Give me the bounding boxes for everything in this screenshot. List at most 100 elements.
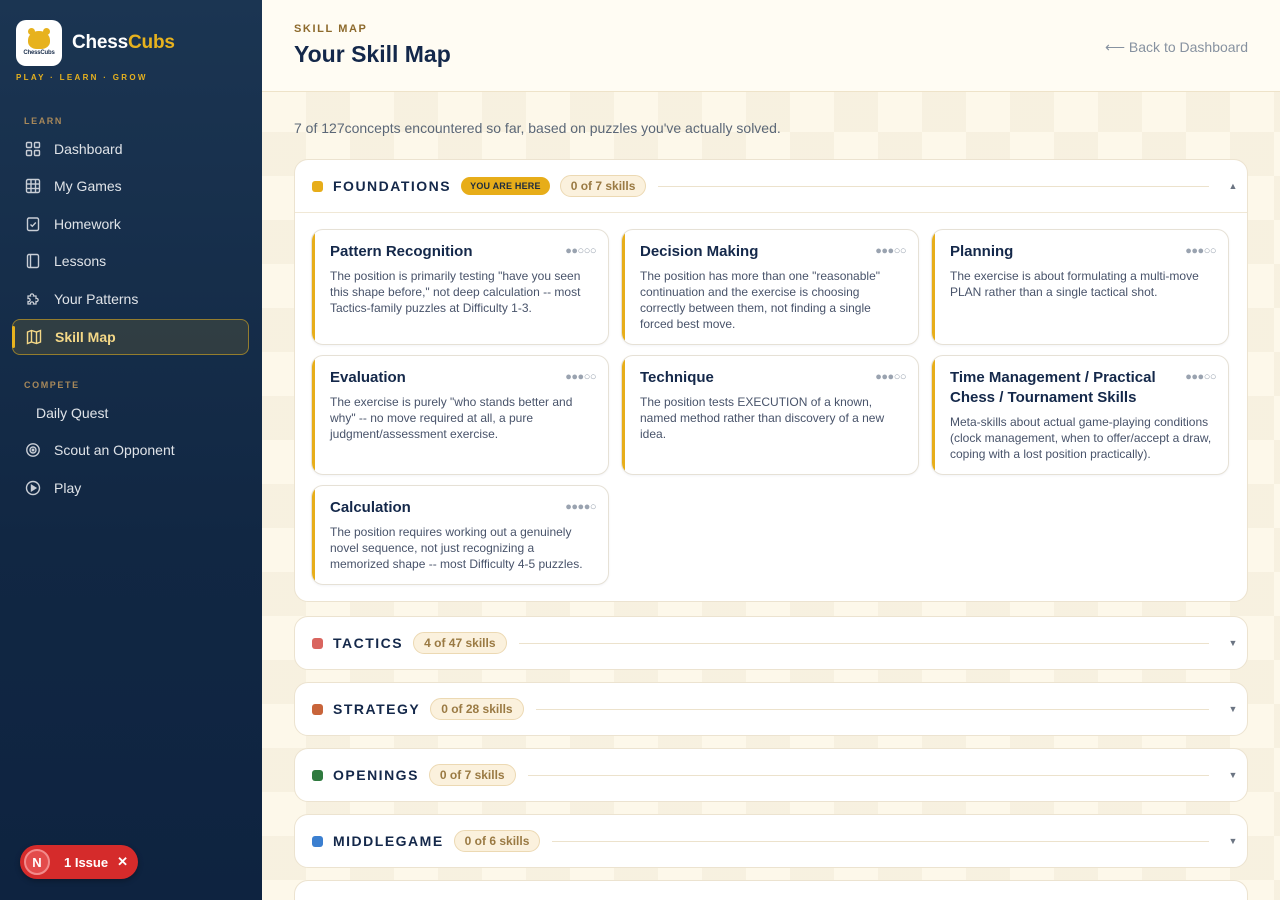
category-color-dot [312,637,323,649]
sidebar-item-dashboard[interactable]: Dashboard [12,131,249,167]
skill-title: Time Management / Practical Chess / Tour… [950,369,1156,406]
skill-count-pill: 0 of 7 skills [559,175,647,197]
skill-card[interactable]: Decision Making ●●●○○ The position has m… [621,229,919,345]
skill-count-pill: 0 of 7 skills [428,764,516,786]
sidebar-item-daily-quest[interactable]: Daily Quest [12,395,249,431]
target-icon [24,441,42,459]
you-are-here-badge: YOU ARE HERE [461,177,550,195]
skill-count-pill: 0 of 6 skills [453,830,541,852]
chevron-down-icon[interactable]: ▼ [1219,836,1247,846]
skill-card[interactable]: Pattern Recognition ●●○○○ The position i… [311,229,609,345]
brand-name-part-b: Cubs [128,32,175,53]
sidebar-item-label: Scout an Opponent [54,442,175,458]
skill-card[interactable]: Evaluation ●●●○○ The exercise is purely … [311,355,609,475]
brand-name: ChessCubs [72,32,175,54]
difficulty-pips: ●●●○○ [1185,371,1216,383]
skill-card[interactable]: Time Management / Practical Chess / Tour… [931,355,1229,475]
skill-title: Evaluation [330,369,406,386]
divider [535,708,1209,710]
sidebar-item-scout-an-opponent[interactable]: Scout an Opponent [12,432,249,468]
play-icon [24,479,42,497]
skill-description: The position has more than one "reasonab… [640,269,881,331]
difficulty-pips: ●●●●○ [565,501,596,513]
category-header[interactable]: FOUNDATIONS YOU ARE HERE 0 of 7 skills ▲ [295,160,1247,212]
skill-title: Pattern Recognition [330,243,473,260]
main-content: SKILL MAP Your Skill Map ⟵ Back to Dashb… [262,0,1280,900]
skill-title: Calculation [330,499,411,516]
skill-grid: Pattern Recognition ●●○○○ The position i… [295,213,1247,601]
skill-card[interactable]: Planning ●●●○○ The exercise is about for… [931,229,1229,345]
sidebar-item-my-games[interactable]: My Games [12,168,249,204]
skill-title: Planning [950,243,1014,260]
skill-title: Decision Making [640,243,759,260]
category-header[interactable]: OPENINGS 0 of 7 skills ▼ [295,749,1247,801]
divider [518,642,1209,644]
sidebar-item-label: Dashboard [54,141,123,157]
sidebar-item-skill-map[interactable]: Skill Map [12,319,249,355]
category-header[interactable]: TACTICS 4 of 47 skills ▼ [295,617,1247,669]
skill-card[interactable]: Calculation ●●●●○ The position requires … [311,485,609,585]
sidebar-item-label: Lessons [54,253,107,269]
sidebar: ChessCubs ChessCubs PLAY · LEARN · GROW … [0,0,262,900]
brand[interactable]: ChessCubs ChessCubs [16,20,175,66]
chevron-down-icon[interactable]: ▼ [1219,704,1247,714]
tagline: PLAY · LEARN · GROW [16,73,148,82]
skill-description: The position requires working out a genu… [330,525,583,571]
chevron-down-icon[interactable]: ▼ [1219,770,1247,780]
skill-count-pill: 4 of 47 skills [413,632,507,654]
category-header[interactable]: STRATEGY 0 of 28 skills ▼ [295,683,1247,735]
progress-summary: 7 of 127concepts encountered so far, bas… [294,120,781,136]
sidebar-item-lessons[interactable]: Lessons [12,243,249,279]
section-label-compete: COMPETE [24,380,80,390]
sidebar-item-label: Your Patterns [54,291,139,307]
section-label-learn: LEARN [24,116,63,126]
grid-icon [24,177,42,195]
category-panel-middlegame: MIDDLEGAME 0 of 6 skills ▼ [294,814,1248,868]
issue-badge[interactable]: N 1 Issue ✕ [20,845,138,879]
category-panel-strategy: STRATEGY 0 of 28 skills ▼ [294,682,1248,736]
map-icon [25,328,43,346]
category-panel-tactics: TACTICS 4 of 47 skills ▼ [294,616,1248,670]
skill-description: The exercise is about formulating a mult… [950,269,1199,299]
category-panel-foundations: FOUNDATIONS YOU ARE HERE 0 of 7 skills ▲… [294,159,1248,602]
skill-description: The exercise is purely "who stands bette… [330,395,573,441]
back-to-dashboard-link[interactable]: ⟵ Back to Dashboard [1105,39,1248,56]
dashboard-icon [24,140,42,158]
chevron-down-icon[interactable]: ▼ [1219,638,1247,648]
sidebar-item-your-patterns[interactable]: Your Patterns [12,281,249,317]
logo: ChessCubs [16,20,62,66]
sidebar-item-label: Daily Quest [36,405,109,421]
sidebar-item-label: My Games [54,178,122,194]
difficulty-pips: ●●●○○ [565,371,596,383]
brand-name-part-a: Chess [72,32,129,53]
category-color-dot [312,180,323,192]
skill-description: The position tests EXECUTION of a known,… [640,395,885,441]
divider [658,185,1209,187]
sidebar-item-homework[interactable]: Homework [12,206,249,242]
category-color-dot [312,835,323,847]
category-header[interactable]: MIDDLEGAME 0 of 6 skills ▼ [295,815,1247,867]
difficulty-pips: ●●●○○ [875,245,906,257]
sidebar-item-label: Homework [54,216,121,232]
difficulty-pips: ●●●○○ [875,371,906,383]
skill-title: Technique [640,369,714,386]
skill-description: The position is primarily testing "have … [330,269,581,315]
divider [552,840,1209,842]
category-name: FOUNDATIONS [333,178,452,194]
skill-description: Meta-skills about actual game-playing co… [950,415,1212,461]
page-title: Your Skill Map [294,41,451,67]
sidebar-item-play[interactable]: Play [12,470,249,506]
chevron-up-icon[interactable]: ▲ [1219,181,1247,191]
category-panel-openings: OPENINGS 0 of 7 skills ▼ [294,748,1248,802]
sidebar-item-label: Play [54,480,82,496]
sidebar-item-label: Skill Map [55,329,116,345]
page-eyebrow: SKILL MAP [294,23,368,35]
category-color-dot [312,769,323,781]
skill-count-pill: 0 of 28 skills [430,698,524,720]
bear-cub-icon [28,27,50,49]
puzzle-icon [24,290,42,308]
category-panel-next [294,880,1248,900]
close-icon[interactable]: ✕ [117,854,128,870]
category-name: MIDDLEGAME [333,833,444,849]
skill-card[interactable]: Technique ●●●○○ The position tests EXECU… [621,355,919,475]
